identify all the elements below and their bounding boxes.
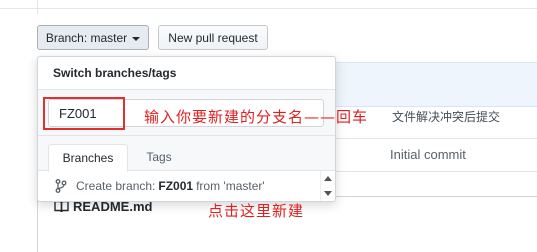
dropdown-title: Switch branches/tags [38, 57, 335, 90]
scroll-up-arrow-icon[interactable] [324, 176, 332, 181]
branch-select-button[interactable]: Branch: master [37, 25, 149, 50]
screen: 文件解决冲突后提交 Initial commit README.md Branc… [0, 0, 537, 252]
commit-info-band [333, 62, 537, 107]
annotation-input-hint: 输入你要新建的分支名——回车 [144, 108, 369, 126]
input-highlight-box [43, 97, 125, 130]
git-branch-icon [55, 179, 67, 193]
scroll-down-arrow-icon[interactable] [324, 191, 332, 196]
branch-select-label: Branch: master [45, 30, 128, 45]
create-branch-prefix: Create branch: [76, 179, 156, 193]
page-top-rule [0, 0, 537, 9]
page-left-rule [37, 0, 38, 14]
new-pull-request-button[interactable]: New pull request [158, 25, 268, 50]
commit-message-cell[interactable]: Initial commit [390, 147, 466, 162]
dropdown-scrollbar[interactable] [320, 171, 335, 201]
create-branch-item[interactable]: Create branch: FZ001 from 'master' [38, 171, 321, 201]
dropdown-tabs: Branches Tags [38, 136, 335, 172]
commit-message-fragment: 文件解决冲突后提交 [392, 110, 501, 124]
tab-tags[interactable]: Tags [134, 144, 184, 172]
tab-branches[interactable]: Branches [48, 144, 128, 172]
create-branch-source: from 'master' [196, 179, 265, 193]
file-table-divider [333, 138, 537, 139]
caret-down-icon [132, 36, 141, 41]
file-table-divider [333, 171, 537, 172]
create-branch-name: FZ001 [158, 179, 194, 193]
annotation-click-hint: 点击这里新建 [208, 202, 305, 220]
new-pull-request-label: New pull request [168, 30, 258, 45]
